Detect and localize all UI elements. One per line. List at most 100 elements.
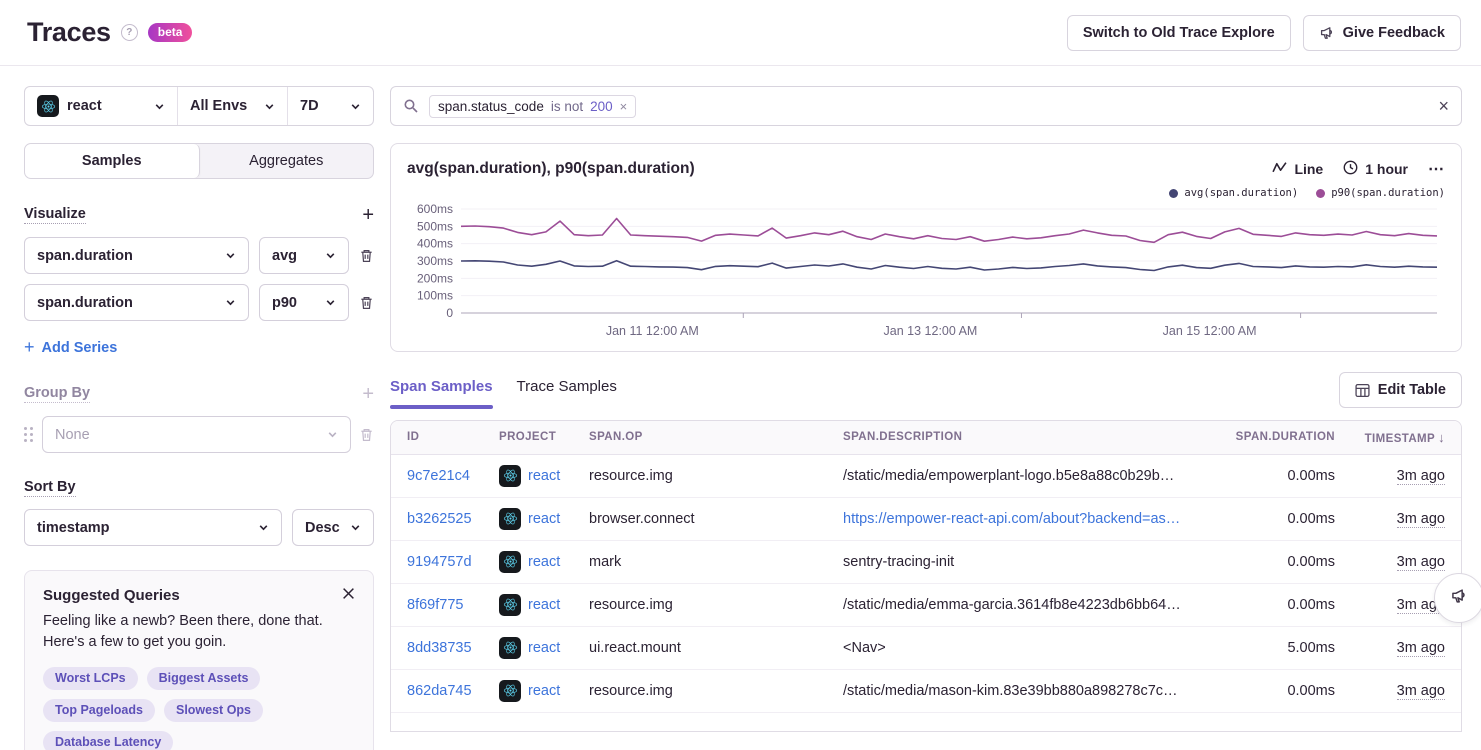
span-op-cell: resource.img [581, 669, 835, 712]
search-input[interactable]: span.status_code is not 200 × × [390, 86, 1462, 126]
span-op-cell: resource.img [581, 454, 835, 497]
chevron-down-icon [250, 522, 269, 533]
query-sidebar: Samples Aggregates Visualize + span.dura… [24, 143, 374, 750]
span-op-cell: mark [581, 540, 835, 583]
suggested-queries-title: Suggested Queries [43, 587, 180, 604]
suggested-query-pill[interactable]: Biggest Assets [147, 667, 261, 690]
chart-interval-selector[interactable]: 1 hour [1343, 160, 1408, 178]
sort-by-row: timestamp Desc [24, 509, 374, 546]
delete-series-icon[interactable] [359, 295, 374, 311]
tab-trace-samples[interactable]: Trace Samples [517, 378, 617, 409]
span-duration-cell: 0.00ms [1223, 497, 1343, 540]
drag-handle-icon[interactable] [24, 427, 34, 443]
aggregate-select[interactable]: p90 [259, 284, 349, 321]
suggested-query-pill[interactable]: Top Pageloads [43, 699, 155, 722]
page-title: Traces [27, 17, 111, 48]
duration-line-chart[interactable]: 600ms500ms400ms300ms200ms100ms0Jan 11 12… [407, 201, 1445, 345]
project-link[interactable]: react [499, 508, 573, 530]
svg-text:Jan 13 12:00 AM: Jan 13 12:00 AM [884, 324, 978, 338]
span-id-link[interactable]: 9c7e21c4 [407, 468, 470, 484]
traces-page: Traces ? beta Switch to Old Trace Explor… [0, 0, 1481, 750]
column-header-project[interactable]: PROJECT [491, 421, 581, 454]
group-by-heading: Group By [24, 385, 90, 403]
project-link[interactable]: react [499, 594, 573, 616]
span-id-link[interactable]: 8dd38735 [407, 640, 472, 656]
edit-table-button[interactable]: Edit Table [1339, 372, 1462, 408]
column-header-id[interactable]: ID [391, 421, 491, 454]
chart-type-toggle[interactable]: Line [1272, 161, 1323, 177]
legend-item-avg[interactable]: avg(span.duration) [1169, 187, 1298, 199]
add-visualize-icon[interactable]: + [362, 205, 374, 225]
column-header-span-description[interactable]: SPAN.DESCRIPTION [835, 421, 1223, 454]
chevron-down-icon [350, 101, 361, 112]
sort-field-select[interactable]: timestamp [24, 509, 282, 546]
switch-old-explore-button[interactable]: Switch to Old Trace Explore [1067, 15, 1291, 51]
sort-direction-select[interactable]: Desc [292, 509, 374, 546]
clear-search-icon[interactable]: × [1438, 97, 1449, 115]
span-duration-cell: 0.00ms [1223, 669, 1343, 712]
project-link[interactable]: react [499, 465, 573, 487]
svg-text:400ms: 400ms [417, 237, 453, 251]
delete-group-by-icon[interactable] [359, 427, 374, 443]
chevron-down-icon [217, 297, 236, 308]
chevron-down-icon [317, 297, 336, 308]
search-filter-token[interactable]: span.status_code is not 200 × [429, 95, 636, 118]
span-description-cell: <Nav> [835, 626, 1223, 669]
span-duration-cell: 5.00ms [1223, 626, 1343, 669]
legend-item-p90[interactable]: p90(span.duration) [1316, 187, 1445, 199]
close-icon[interactable] [342, 587, 355, 605]
floating-feedback-button[interactable] [1434, 573, 1481, 623]
field-select[interactable]: span.duration [24, 237, 249, 274]
aggregate-select[interactable]: avg [259, 237, 349, 274]
timestamp-cell: 3m ago [1343, 626, 1461, 669]
span-id-link[interactable]: 8f69f775 [407, 597, 463, 613]
react-project-icon [499, 637, 521, 659]
chart-more-menu-icon[interactable]: ⋯ [1428, 159, 1445, 179]
table-row: 9194757dreactmarksentry-tracing-init0.00… [391, 540, 1461, 583]
give-feedback-button[interactable]: Give Feedback [1303, 15, 1461, 51]
add-series-button[interactable]: + Add Series [24, 337, 117, 358]
svg-text:100ms: 100ms [417, 289, 453, 303]
line-chart-icon [1272, 161, 1287, 177]
add-group-by-icon[interactable]: + [362, 384, 374, 404]
environment-selector[interactable]: All Envs [177, 87, 287, 125]
sort-by-heading: Sort By [24, 479, 76, 497]
project-link[interactable]: react [499, 637, 573, 659]
project-link[interactable]: react [499, 551, 573, 573]
tab-span-samples[interactable]: Span Samples [390, 378, 493, 409]
delete-series-icon[interactable] [359, 248, 374, 264]
project-selector[interactable]: react [25, 87, 177, 125]
beta-badge: beta [148, 23, 193, 42]
column-header-span-op[interactable]: SPAN.OP [581, 421, 835, 454]
span-id-link[interactable]: b3262525 [407, 511, 472, 527]
project-link[interactable]: react [499, 680, 573, 702]
span-description-cell[interactable]: https://empower-react-api.com/about?back… [835, 497, 1223, 540]
suggested-query-pill[interactable]: Worst LCPs [43, 667, 138, 690]
chevron-down-icon [319, 429, 338, 440]
span-id-link[interactable]: 9194757d [407, 554, 472, 570]
react-project-icon [499, 594, 521, 616]
span-samples-table: ID PROJECT SPAN.OP SPAN.DESCRIPTION SPAN… [390, 420, 1462, 732]
group-by-row: None [24, 416, 374, 453]
timestamp-cell: 3m ago [1343, 669, 1461, 712]
tab-samples[interactable]: Samples [25, 144, 200, 178]
column-header-span-duration[interactable]: SPAN.DURATION [1223, 421, 1343, 454]
field-select[interactable]: span.duration [24, 284, 249, 321]
date-range-selector[interactable]: 7D [287, 87, 373, 125]
span-id-link[interactable]: 862da745 [407, 683, 472, 699]
tab-aggregates[interactable]: Aggregates [200, 144, 374, 178]
column-header-timestamp[interactable]: TIMESTAMP↓ [1343, 421, 1461, 454]
help-icon[interactable]: ? [121, 24, 138, 41]
table-row: b3262525reactbrowser.connecthttps://empo… [391, 497, 1461, 540]
remove-token-icon[interactable]: × [620, 99, 628, 114]
page-filter-bar: react All Envs 7D [24, 86, 374, 126]
react-project-icon [499, 465, 521, 487]
suggested-query-pill[interactable]: Database Latency [43, 731, 173, 750]
chart-title: avg(span.duration), p90(span.duration) [407, 160, 695, 178]
suggested-queries-body: Feeling like a newb? Been there, done th… [43, 611, 355, 653]
search-icon [403, 98, 419, 114]
svg-text:300ms: 300ms [417, 254, 453, 268]
svg-text:600ms: 600ms [417, 202, 453, 216]
suggested-query-pill[interactable]: Slowest Ops [164, 699, 263, 722]
group-by-select[interactable]: None [42, 416, 351, 453]
